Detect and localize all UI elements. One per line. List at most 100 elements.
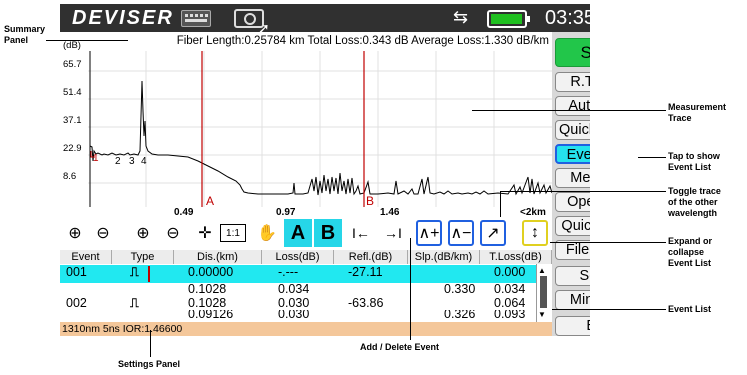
clock: 03:35:37: [545, 7, 590, 29]
y-tick: 51.4: [63, 87, 82, 98]
y-axis-unit: (dB): [63, 40, 81, 51]
event-type-marker: [148, 266, 150, 282]
annotation-line: [638, 157, 666, 158]
cell-loss: 0.030: [278, 296, 310, 310]
annotation-settings-panel: Settings Panel: [118, 359, 181, 369]
cell-dis: 0.00000: [188, 265, 234, 279]
pointer-cursor-icon: ➚: [258, 20, 270, 36]
non-reflective-event-icon: ⎍: [130, 296, 139, 310]
exit-button[interactable]: Exit: [555, 316, 590, 336]
settings-panel: 1310nm 5ns IOR:1.46600: [60, 322, 552, 336]
annotation-line: [550, 242, 666, 243]
zoom-in-vertical-icon[interactable]: ⊕: [62, 220, 88, 246]
cell-tloss: 0.000: [494, 265, 526, 279]
zoom-out-vertical-icon[interactable]: ⊖: [90, 220, 116, 246]
cursor-a-button[interactable]: A: [284, 219, 312, 247]
measurement-trace-plot[interactable]: A B 1 2 3 4: [88, 51, 552, 207]
annotation-line: [500, 191, 501, 217]
quick-save-button[interactable]: Quick Save: [555, 216, 590, 236]
cell-tloss: 0.034: [494, 282, 526, 296]
keyboard-icon[interactable]: [181, 10, 211, 27]
annotation-summary-panel: Summary Panel: [4, 24, 46, 45]
auto-test-button[interactable]: Auto Test: [555, 96, 590, 116]
cell-dis: 0.1028: [188, 296, 227, 310]
rt-test-button[interactable]: R.T. Test: [555, 72, 590, 92]
annotation-line: [552, 309, 666, 310]
event-list: Event Type Dis.(km) Loss(dB) Refl.(dB) S…: [60, 250, 552, 322]
col-event: Event: [60, 250, 112, 264]
cell-refl: -63.86: [348, 296, 384, 310]
event-marker-label: 4: [141, 156, 147, 167]
annotation-toggle-trace: Toggle trace of the other wavelength: [668, 186, 721, 218]
annotation-line: [150, 330, 151, 357]
annotation-event-list: Event List: [668, 304, 712, 314]
cell-event: 001: [66, 265, 87, 279]
file-setup-button[interactable]: File Setup: [555, 240, 590, 260]
scroll-down-icon[interactable]: ▼: [538, 310, 546, 319]
open-file-button[interactable]: Open File: [555, 192, 590, 212]
trace-toolbar: ⊕ ⊖ ⊕ ⊖ ✛ 1:1 ✋ A B I← →I ∧+ ∧− ↗ ↕: [60, 216, 552, 250]
start-button[interactable]: Start: [555, 38, 590, 67]
scroll-up-icon[interactable]: ▲: [538, 266, 546, 275]
cursor-a-label: A: [206, 194, 214, 207]
reflective-event-icon: ⎍: [130, 265, 139, 279]
col-type: Type: [112, 250, 174, 264]
brand-logo: DEVISER: [72, 7, 174, 29]
zoom-in-horizontal-icon[interactable]: ⊕: [130, 220, 156, 246]
cell-loss: -.---: [278, 265, 299, 279]
annotation-line: [500, 191, 666, 192]
event-list-button[interactable]: Event List: [555, 144, 590, 164]
setup-button[interactable]: Setup: [555, 266, 590, 286]
event-marker-label: 1: [93, 153, 99, 164]
measure-button[interactable]: Measure: [555, 168, 590, 188]
event-table-header: Event Type Dis.(km) Loss(dB) Refl.(dB) S…: [60, 250, 552, 264]
quick-setup-button[interactable]: Quick Setup: [555, 120, 590, 140]
col-slp: Slp.(dB/km): [408, 250, 480, 264]
otdr-screen: DEVISER ➚ ⇆ 03:35:37 Fiber Length:0.2578…: [60, 4, 590, 336]
y-tick: 8.6: [63, 171, 77, 182]
cell-tloss: 0.064: [494, 296, 526, 310]
add-event-icon[interactable]: ∧+: [416, 220, 442, 246]
first-event-button[interactable]: I←: [348, 220, 374, 246]
pan-hand-icon[interactable]: ✋: [254, 220, 280, 246]
cell-dis: 0.09126: [188, 310, 234, 321]
col-tloss: T.Loss(dB): [480, 250, 552, 264]
annotation-line: [472, 110, 666, 111]
usb-icon: ⇆: [453, 7, 469, 27]
table-row[interactable]: 001 ⎍ 0.00000 -.--- -27.11 0.000: [60, 265, 536, 283]
last-event-button[interactable]: →I: [380, 220, 406, 246]
battery-icon: [487, 10, 530, 28]
y-tick: 37.1: [63, 115, 82, 126]
minimize-button[interactable]: Minimize: [555, 290, 590, 310]
sidebar: Start R.T. Test Auto Test Quick Setup Ev…: [552, 32, 590, 336]
cell-slp: 0.330: [444, 282, 476, 296]
expand-collapse-icon[interactable]: ↕: [522, 220, 548, 246]
cursor-b-label: B: [366, 194, 374, 207]
event-marker-label: 3: [129, 156, 135, 167]
cell-refl: -27.11: [348, 265, 383, 279]
cell-loss: 0.034: [278, 282, 310, 296]
cell-dis: 0.1028: [188, 282, 227, 296]
ratio-1-1-button[interactable]: 1:1: [220, 224, 246, 242]
y-tick: 65.7: [63, 59, 82, 70]
scroll-thumb[interactable]: [540, 276, 547, 308]
table-row[interactable]: 0.09126 0.030 0.326 0.093: [60, 310, 536, 322]
annotation-line: [410, 238, 411, 340]
y-tick: 22.9: [63, 143, 82, 154]
col-refl: Refl.(dB): [334, 250, 408, 264]
annotation-expand-collapse: Expand or collapse Event List: [668, 236, 713, 268]
delete-event-icon[interactable]: ∧−: [448, 220, 474, 246]
col-loss: Loss(dB): [262, 250, 334, 264]
annotation-measurement-trace: Measurement Trace: [668, 102, 727, 123]
annotation-line: [46, 40, 128, 41]
zoom-out-horizontal-icon[interactable]: ⊖: [160, 220, 186, 246]
toggle-wavelength-icon[interactable]: ↗: [480, 220, 506, 246]
col-dis: Dis.(km): [174, 250, 262, 264]
status-bar: DEVISER ➚ ⇆ 03:35:37: [60, 4, 590, 36]
cursor-b-button[interactable]: B: [314, 219, 342, 247]
annotation-tap-event-list: Tap to show Event List: [668, 151, 720, 172]
fit-all-icon[interactable]: ✛: [192, 220, 218, 246]
summary-panel: Fiber Length:0.25784 km Total Loss:0.343…: [176, 35, 549, 47]
trace-line: [89, 80, 552, 196]
event-list-scrollbar[interactable]: ▲ ▼: [536, 264, 550, 322]
